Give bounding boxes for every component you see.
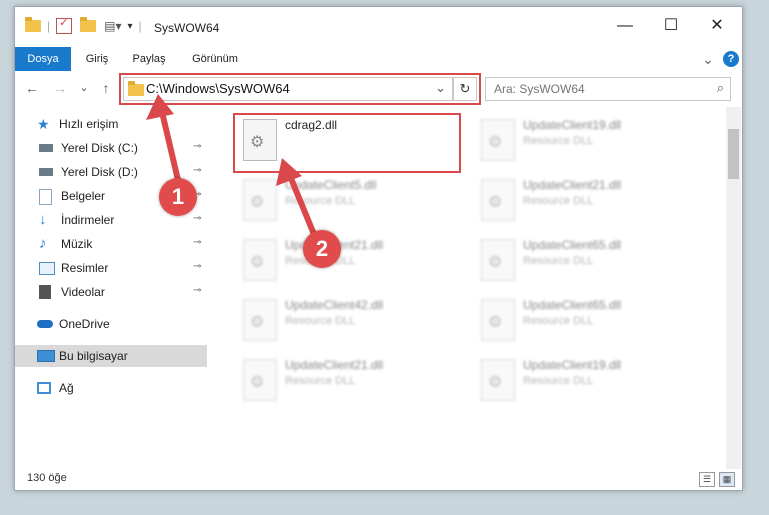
step-2-badge: 2 [303,230,341,268]
arrow-1 [146,94,181,181]
annotation-overlay [146,94,321,246]
arrow-2 [276,158,321,246]
step-1-badge: 1 [159,178,197,216]
